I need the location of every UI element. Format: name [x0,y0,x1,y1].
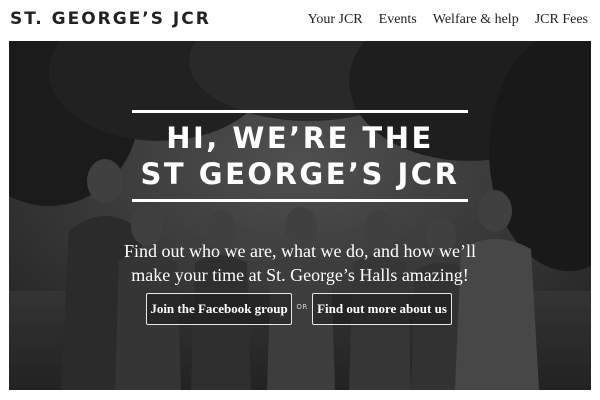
find-out-more-button[interactable]: Find out more about us [312,293,452,325]
hero-headline-line-1: HI, WE’RE THE [166,121,434,155]
nav-item-welfare-help[interactable]: Welfare & help [433,12,519,28]
nav-item-jcr-fees[interactable]: JCR Fees [535,12,588,28]
hero-subtext-line-1: Find out who we are, what we do, and how… [124,241,476,261]
nav-item-events[interactable]: Events [379,12,417,28]
hero-headline: HI, WE’RE THE ST GEORGE’S JCR [132,110,468,202]
hero-subtext: Find out who we are, what we do, and how… [69,239,531,287]
join-facebook-group-button[interactable]: Join the Facebook group [146,293,292,325]
hero-section: HI, WE’RE THE ST GEORGE’S JCR Find out w… [9,41,591,390]
hero-headline-line-2: ST GEORGE’S JCR [140,157,460,191]
nav-item-your-jcr[interactable]: Your JCR [308,12,363,28]
site-title[interactable]: ST. GEORGE’S JCR [10,9,211,29]
hero-cta-row: Join the Facebook group OR Find out more… [9,293,591,325]
cta-or-separator: OR [296,303,308,311]
hero-subtext-line-2: make your time at St. George’s Halls ama… [131,265,469,285]
site-header: ST. GEORGE’S JCR Your JCR Events Welfare… [0,0,600,42]
main-nav: Your JCR Events Welfare & help JCR Fees [308,12,588,28]
hero-dark-overlay [9,41,591,390]
